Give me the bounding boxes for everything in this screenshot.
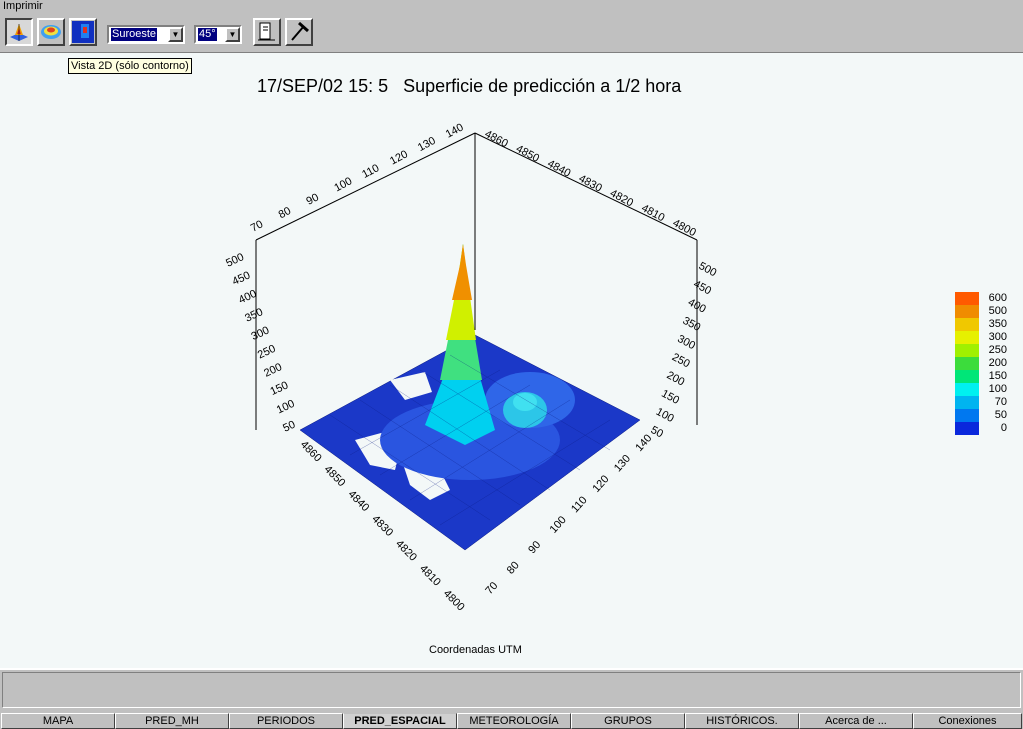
tab-acerca-de[interactable]: Acerca de ... — [799, 713, 913, 729]
tick-label: 300 — [249, 324, 271, 343]
axis-top-right: 4860485048404830482048104800 — [483, 128, 698, 239]
tab-periodos[interactable]: PERIODOS — [229, 713, 343, 729]
tick-label: 450 — [230, 269, 252, 288]
tick-label: 100 — [548, 514, 569, 536]
tick-label: 90 — [526, 539, 543, 556]
surface-bump — [513, 393, 537, 411]
tick-label: 100 — [654, 406, 676, 425]
tick-label: 4840 — [346, 488, 372, 514]
tick-label: 4860 — [483, 128, 510, 150]
legend-swatch — [955, 331, 979, 344]
legend-swatch — [955, 409, 979, 422]
tick-label: 4830 — [369, 513, 395, 539]
legend-swatch — [955, 305, 979, 318]
tick-label: 4810 — [639, 202, 666, 224]
legend-swatch — [955, 422, 979, 435]
tick-label: 120 — [590, 473, 611, 495]
tick-label: 90 — [304, 191, 320, 207]
legend-label: 600 — [988, 292, 1007, 304]
legend-swatch — [955, 383, 979, 396]
tab-meteorolog-a[interactable]: METEOROLOGÍA — [457, 713, 571, 729]
tick-label: 200 — [262, 361, 284, 380]
axis-z-right: 50045040035030025020015010050 — [649, 260, 719, 440]
tick-label: 350 — [243, 306, 265, 325]
axis-top-left: 70 80 90 100 110 120 130 140 — [249, 121, 466, 234]
tick-label: 100 — [275, 398, 297, 417]
tick-label: 80 — [505, 559, 522, 576]
tick-label: 130 — [612, 453, 633, 475]
tick-label: 4830 — [577, 173, 604, 195]
tab-bar: MAPA PRED_MH PERIODOS PRED_ESPACIAL METEOROL… — [0, 712, 1023, 729]
legend-swatch — [955, 370, 979, 383]
tick-label: 140 — [444, 121, 466, 140]
tick-label: 200 — [665, 369, 687, 388]
legend-label: 70 — [994, 396, 1007, 408]
tick-label: 110 — [360, 162, 381, 181]
tick-label: 4850 — [322, 463, 348, 489]
tick-label: 100 — [332, 175, 354, 194]
tick-label: 400 — [237, 288, 259, 307]
tick-label: 4810 — [417, 563, 443, 589]
tick-label: 250 — [256, 343, 278, 362]
tick-label: 450 — [691, 278, 713, 297]
axis-z-left: 500450400350300250200150100 50 — [224, 251, 297, 435]
legend-label: 250 — [988, 344, 1007, 356]
tick-label: 300 — [675, 333, 697, 352]
legend-label: 100 — [988, 383, 1007, 395]
tick-label: 400 — [686, 296, 708, 315]
tick-label: 70 — [483, 580, 500, 597]
legend-label: 50 — [994, 409, 1007, 421]
tick-label: 4850 — [514, 143, 541, 165]
legend-swatch — [955, 292, 979, 305]
tick-label: 4800 — [671, 217, 698, 239]
x-axis-label: Coordenadas UTM — [429, 644, 522, 656]
status-bar — [0, 668, 1023, 712]
tick-label: 150 — [268, 379, 290, 398]
tick-label: 50 — [281, 419, 297, 435]
surface-peak — [452, 244, 472, 300]
legend-label: 0 — [1000, 422, 1007, 434]
tick-label: 350 — [681, 315, 703, 334]
surface-plot: 708090100110120130140 486048504840483048… — [224, 121, 719, 614]
tick-label: 250 — [670, 351, 692, 370]
tab-pred-espacial[interactable]: PRED_ESPACIAL — [343, 713, 457, 729]
legend-swatch — [955, 318, 979, 331]
tab-mapa[interactable]: MAPA — [1, 713, 115, 729]
tab-conexiones[interactable]: Conexiones — [913, 713, 1022, 729]
tab-pred-mh[interactable]: PRED_MH — [115, 713, 229, 729]
tick-label: 130 — [416, 135, 438, 154]
tick-label: 500 — [224, 251, 246, 270]
tick-label: 70 — [249, 218, 265, 234]
tick-label: 80 — [277, 205, 293, 221]
tick-label: 4820 — [393, 538, 419, 564]
tab-hist-ricos[interactable]: HISTÓRICOS. — [685, 713, 799, 729]
tick-label: 150 — [659, 388, 681, 407]
tick-label: 4820 — [608, 187, 635, 209]
legend-label: 500 — [988, 305, 1007, 317]
tick-label: 4800 — [441, 588, 467, 614]
legend-swatch — [955, 344, 979, 357]
legend-label: 350 — [988, 318, 1007, 330]
tick-label: 4840 — [545, 158, 572, 180]
tick-label: 500 — [697, 260, 719, 279]
tab-grupos[interactable]: GRUPOS — [571, 713, 685, 729]
tick-label: 110 — [569, 494, 590, 515]
legend-label: 150 — [988, 370, 1007, 382]
tick-label: 120 — [388, 148, 410, 167]
legend-label: 300 — [988, 331, 1007, 343]
legend-swatch — [955, 396, 979, 409]
status-panel — [2, 672, 1021, 708]
legend-label: 200 — [988, 357, 1007, 369]
legend-swatch — [955, 357, 979, 370]
